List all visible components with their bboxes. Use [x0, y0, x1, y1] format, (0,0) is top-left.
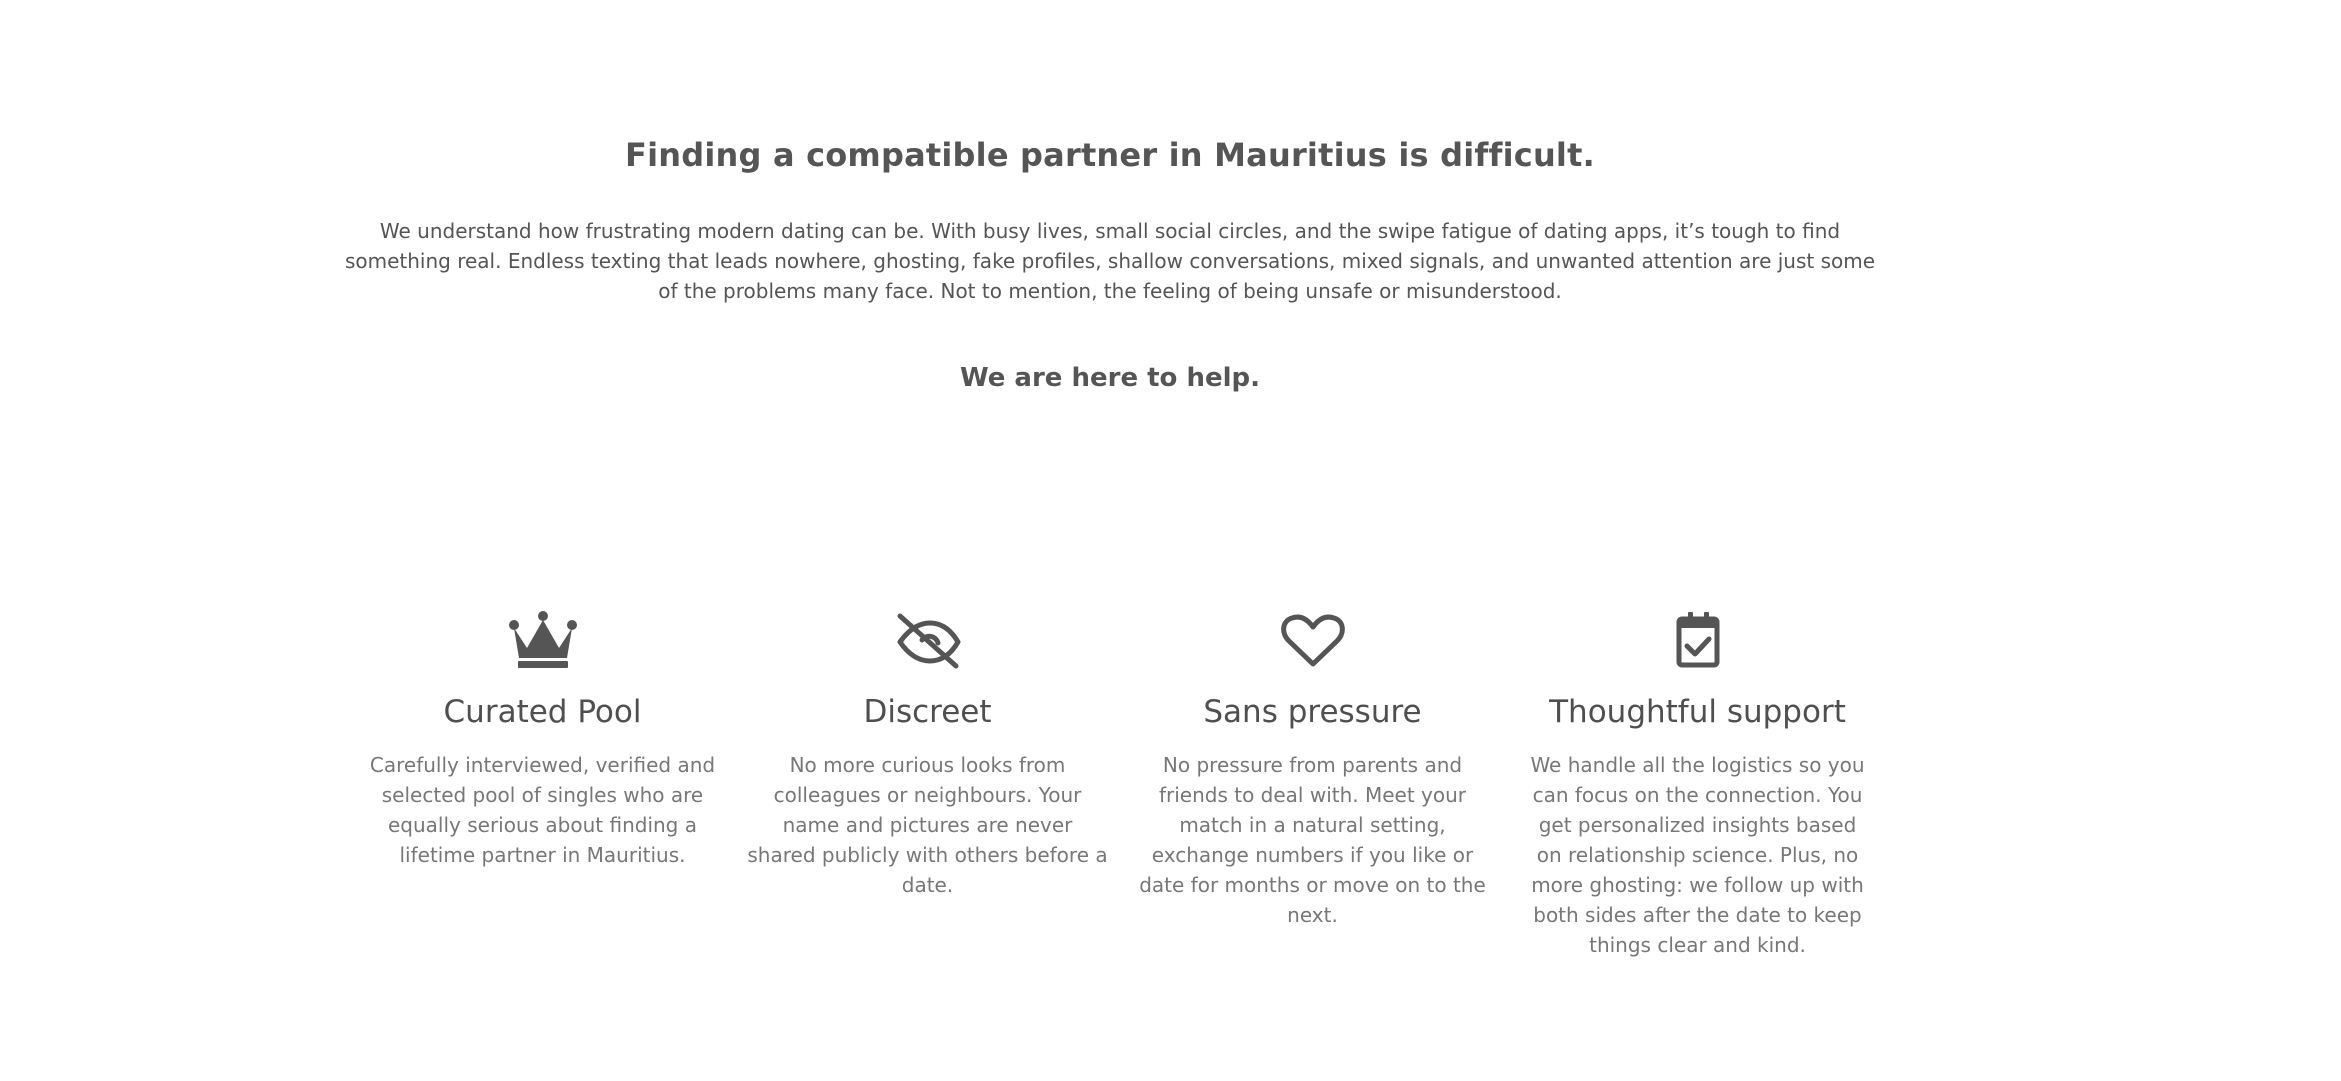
- feature-title: Sans pressure: [1203, 694, 1422, 730]
- intro-paragraph: We understand how frustrating modern dat…: [344, 219, 1876, 303]
- eye-slash-icon: [888, 610, 968, 670]
- features-section: Curated Pool Carefully interviewed, veri…: [350, 610, 1890, 960]
- feature-title: Thoughtful support: [1549, 694, 1846, 730]
- help-heading: We are here to help.: [959, 363, 1261, 393]
- feature-description: Carefully interviewed, verified and sele…: [369, 753, 716, 867]
- page-headline: Finding a compatible partner in Mauritiu…: [625, 136, 1595, 174]
- feature-description: We handle all the logistics so you can f…: [1530, 753, 1865, 957]
- feature-discreet: Discreet No more curious looks from coll…: [735, 610, 1120, 960]
- feature-title: Curated Pool: [443, 694, 642, 730]
- feature-title: Discreet: [863, 694, 992, 730]
- crown-icon: [503, 610, 583, 670]
- feature-description: No pressure from parents and friends to …: [1139, 753, 1486, 927]
- feature-curated-pool: Curated Pool Carefully interviewed, veri…: [350, 610, 735, 960]
- intro-section: Finding a compatible partner in Mauritiu…: [340, 128, 1880, 398]
- feature-thoughtful-support: Thoughtful support We handle all the log…: [1505, 610, 1890, 960]
- calendar-check-icon: [1658, 610, 1738, 670]
- feature-description: No more curious looks from colleagues or…: [747, 753, 1108, 897]
- feature-sans-pressure: Sans pressure No pressure from parents a…: [1120, 610, 1505, 960]
- heart-icon: [1273, 610, 1353, 670]
